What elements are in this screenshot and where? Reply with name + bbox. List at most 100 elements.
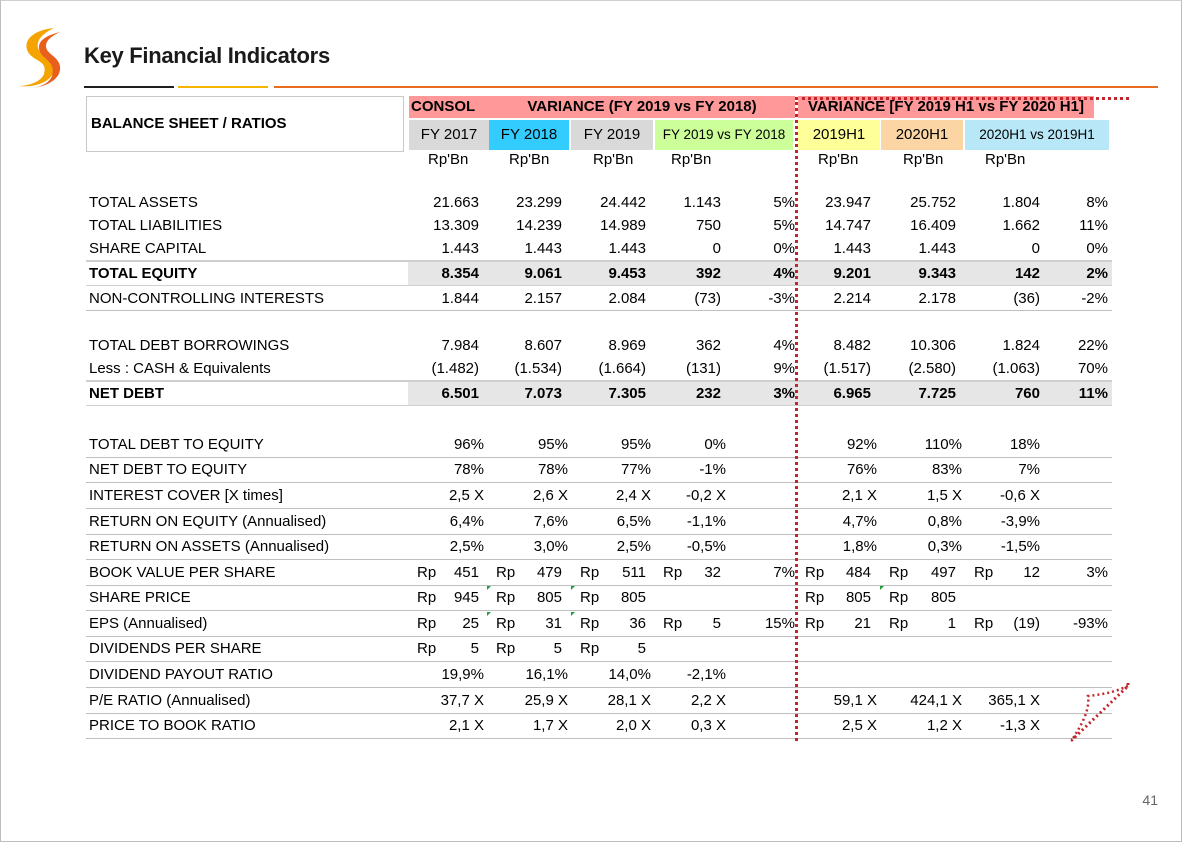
cell-value: 31 xyxy=(545,615,562,632)
currency-prefix: Rp xyxy=(580,589,600,606)
cell-value: 5 xyxy=(553,640,562,657)
cell-value: 25,9 X xyxy=(524,692,568,709)
group-header-consol: CONSOL @ xyxy=(409,96,489,137)
cell-value: 1.844 xyxy=(441,290,479,307)
cell-value: 19,9% xyxy=(441,666,484,683)
cell-value: 0 xyxy=(712,240,721,257)
row-label: TOTAL DEBT BORROWINGS xyxy=(89,337,290,354)
cell-value: 6.501 xyxy=(441,385,479,402)
currency-prefix: Rp xyxy=(663,564,683,581)
page-number: 41 xyxy=(1142,792,1158,808)
cell-value: 2,5 X xyxy=(448,487,484,504)
cell-value: 78% xyxy=(453,461,484,478)
cell-value: 2,1 X xyxy=(448,717,484,734)
row-label: RETURN ON ASSETS (Annualised) xyxy=(89,538,330,555)
cell-value: 1.443 xyxy=(608,240,646,257)
cell-value: 2.157 xyxy=(524,290,562,307)
col-header-fy2018: FY 2018 xyxy=(489,120,569,150)
cell-value: 805 xyxy=(620,589,646,606)
unit-var-fy: Rp'Bn xyxy=(671,151,712,168)
cell-value: 2.084 xyxy=(608,290,646,307)
cell-value: 7.305 xyxy=(608,385,646,402)
cell-value: -3% xyxy=(768,290,795,307)
group-header-variance-fy: VARIANCE (FY 2019 vs FY 2018) xyxy=(489,96,795,118)
row-label: INTEREST COVER [X times] xyxy=(89,487,283,504)
cell-value: 5 xyxy=(637,640,646,657)
currency-prefix: Rp xyxy=(496,615,516,632)
cell-value: 14.989 xyxy=(600,217,646,234)
cell-value: 392 xyxy=(695,265,721,282)
comment-indicator xyxy=(571,612,575,616)
row-label: NET DEBT xyxy=(89,385,164,402)
cell-value: 36 xyxy=(629,615,646,632)
cell-value: 7.073 xyxy=(524,385,562,402)
cell-value: 805 xyxy=(536,589,562,606)
cell-value: 2,2 X xyxy=(690,692,726,709)
cell-value: 5 xyxy=(470,640,479,657)
cell-value: 1,7 X xyxy=(532,717,568,734)
cell-value: 0% xyxy=(773,240,795,257)
cell-value: 28,1 X xyxy=(607,692,651,709)
row-label: TOTAL ASSETS xyxy=(89,194,198,211)
cell-value: 1.443 xyxy=(524,240,562,257)
cell-value: 1.143 xyxy=(683,194,721,211)
cell-value: 362 xyxy=(695,337,721,354)
cell-value: 6,4% xyxy=(449,513,484,530)
row-label: DIVIDEND PAYOUT RATIO xyxy=(89,666,273,683)
unit-fy2018: Rp'Bn xyxy=(509,151,550,168)
cell-value: -0,2 X xyxy=(685,487,726,504)
cell-value: 5 xyxy=(712,615,721,632)
cell-value: 8.354 xyxy=(441,265,479,282)
currency-prefix: Rp xyxy=(580,615,600,632)
currency-prefix: Rp xyxy=(580,640,600,657)
cell-value: 8.969 xyxy=(608,337,646,354)
cell-value: 4% xyxy=(773,337,795,354)
title-rule-orange xyxy=(274,86,1158,88)
cell-value: 95% xyxy=(620,436,651,453)
cell-value: 0,3 X xyxy=(690,717,726,734)
cell-value: 95% xyxy=(537,436,568,453)
page-curl-corner xyxy=(1068,683,1130,742)
row-label: P/E RATIO (Annualised) xyxy=(89,692,251,709)
cell-value: 77% xyxy=(620,461,651,478)
cell-value: 21.663 xyxy=(433,194,479,211)
cell-value: (1.482) xyxy=(431,360,479,377)
currency-prefix: Rp xyxy=(417,589,437,606)
cell-value: 25 xyxy=(462,615,479,632)
title-rule-dark xyxy=(84,86,174,88)
currency-prefix: Rp xyxy=(663,615,683,632)
cell-value: (73) xyxy=(694,290,721,307)
cell-value: 7.984 xyxy=(441,337,479,354)
row-label: EPS (Annualised) xyxy=(89,615,208,632)
cell-value: 9% xyxy=(773,360,795,377)
cell-value: 7,6% xyxy=(533,513,568,530)
cell-value: -1% xyxy=(699,461,726,478)
section-label: BALANCE SHEET / RATIOS xyxy=(86,96,404,152)
row-label: Less : CASH & Equivalents xyxy=(89,360,271,377)
row-label: NON-CONTROLLING INTERESTS xyxy=(89,290,325,307)
currency-prefix: Rp xyxy=(417,564,437,581)
cell-value: (1.664) xyxy=(598,360,646,377)
row-label: BOOK VALUE PER SHARE xyxy=(89,564,276,581)
row-label: TOTAL EQUITY xyxy=(89,265,198,282)
cell-value: 96% xyxy=(453,436,484,453)
cell-value: 7% xyxy=(773,564,795,581)
cell-value: 14,0% xyxy=(608,666,651,683)
cell-value: 3% xyxy=(773,385,795,402)
comment-indicator xyxy=(487,586,491,590)
currency-prefix: Rp xyxy=(580,564,600,581)
cell-value: 479 xyxy=(536,564,562,581)
cell-value: (131) xyxy=(685,360,721,377)
currency-prefix: Rp xyxy=(496,640,516,657)
cell-value: 9.061 xyxy=(524,265,562,282)
cell-value: 16,1% xyxy=(525,666,568,683)
cell-value: 9.453 xyxy=(608,265,646,282)
comment-indicator xyxy=(571,586,575,590)
cell-value: 2,5% xyxy=(616,538,651,555)
cell-value: 15% xyxy=(764,615,795,632)
cell-value: 5% xyxy=(773,217,795,234)
cell-value: 14.239 xyxy=(516,217,562,234)
currency-prefix: Rp xyxy=(496,564,516,581)
cell-value: 2,4 X xyxy=(615,487,651,504)
row-label: NET DEBT TO EQUITY xyxy=(89,461,248,478)
